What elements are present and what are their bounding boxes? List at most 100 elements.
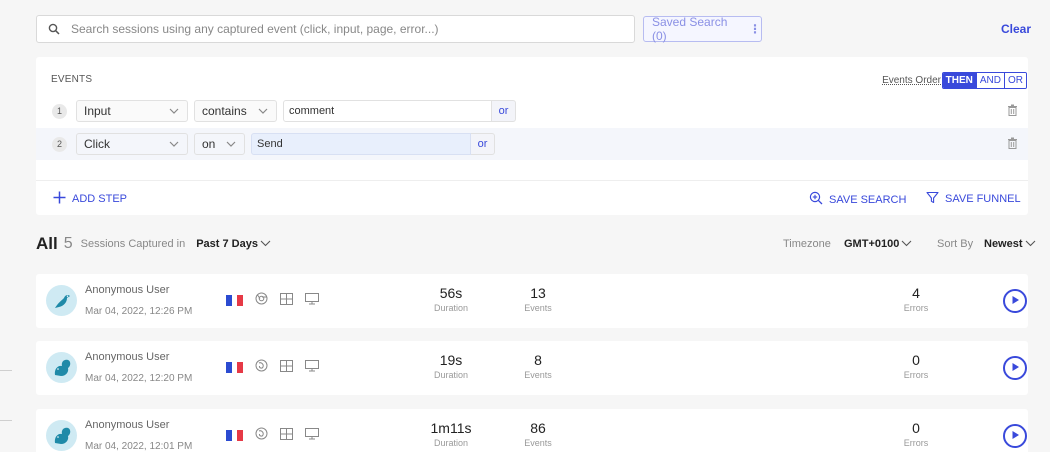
errors-metric: 4 Errors	[876, 285, 956, 313]
sessions-count: 5	[63, 235, 73, 252]
duration-value: 19s	[439, 352, 463, 368]
step-number: 2	[52, 136, 67, 152]
events-order-label: Events Order	[882, 75, 941, 86]
operator-value: contains	[202, 104, 247, 118]
add-or-button[interactable]: or	[471, 133, 495, 155]
event-type-select[interactable]: Click	[76, 133, 188, 155]
avatar	[46, 352, 77, 383]
sessions-captured-label: Sessions Captured in	[80, 238, 186, 250]
event-type-value: Click	[84, 137, 110, 151]
user-name[interactable]: Anonymous User	[85, 351, 169, 363]
duration-metric: 56s Duration	[411, 285, 491, 313]
sessions-summary: All 5 Sessions Captured in Past 7 Days T…	[36, 232, 1036, 256]
errors-metric: 0 Errors	[876, 352, 956, 380]
avatar	[46, 285, 77, 316]
order-and-button[interactable]: AND	[975, 73, 1004, 88]
save-funnel-button[interactable]: SAVE FUNNEL	[926, 191, 1021, 207]
errors-metric: 0 Errors	[876, 420, 956, 448]
chevron-down-icon	[258, 105, 268, 120]
order-then-button[interactable]: THEN	[942, 73, 976, 88]
step-row-2: 2 Click on Send or	[36, 128, 1028, 160]
step-number: 1	[52, 103, 67, 119]
squirrel-avatar-icon	[54, 359, 70, 376]
timezone-label: Timezone	[783, 238, 831, 250]
saved-search-label: Saved Search (0)	[652, 15, 728, 43]
play-button[interactable]	[1003, 289, 1027, 313]
duration-label: Duration	[433, 370, 469, 380]
errors-value: 4	[912, 285, 920, 301]
events-order-toggle: THEN AND OR	[941, 72, 1027, 89]
order-or-button[interactable]: OR	[1004, 73, 1026, 88]
windows-icon	[280, 359, 293, 375]
session-date: Mar 04, 2022, 12:20 PM	[85, 373, 193, 384]
squirrel-avatar-icon	[54, 427, 70, 444]
panel-divider	[36, 180, 1028, 181]
period-value: Past 7 Days	[196, 238, 258, 250]
browser-icon	[255, 427, 268, 443]
period-select[interactable]: Past 7 Days	[196, 238, 271, 251]
event-type-select[interactable]: Input	[76, 100, 188, 122]
event-type-value: Input	[84, 104, 111, 118]
zoom-in-icon	[809, 191, 823, 208]
chevron-down-icon	[169, 105, 179, 120]
saved-search-button[interactable]: Saved Search (0) ⋮	[643, 15, 762, 43]
events-panel: EVENTS Events Order THEN AND OR 1 Input …	[36, 57, 1028, 215]
timezone-select[interactable]: GMT+0100	[844, 238, 912, 251]
search-bar[interactable]	[36, 15, 635, 43]
desktop-icon	[305, 359, 319, 375]
add-or-button[interactable]: or	[492, 100, 516, 122]
france-flag-icon	[226, 429, 244, 441]
session-date: Mar 04, 2022, 12:26 PM	[85, 306, 193, 317]
trash-icon[interactable]	[1007, 137, 1018, 152]
all-label: All	[36, 234, 58, 253]
clear-button[interactable]: Clear	[1001, 22, 1031, 36]
session-row[interactable]: Anonymous User Mar 04, 2022, 12:01 PM 1m…	[36, 409, 1028, 452]
chevron-down-icon	[1025, 238, 1036, 251]
chevron-down-icon	[901, 238, 912, 251]
play-button[interactable]	[1003, 356, 1027, 380]
save-search-button[interactable]: SAVE SEARCH	[809, 191, 906, 208]
session-date: Mar 04, 2022, 12:01 PM	[85, 441, 193, 452]
errors-value: 0	[912, 352, 920, 368]
step-value-input[interactable]: comment	[283, 100, 492, 122]
events-value: 13	[530, 285, 546, 301]
browser-icon	[255, 359, 268, 375]
sidebar-edge-divider	[0, 420, 12, 421]
add-step-label: ADD STEP	[72, 193, 128, 205]
events-metric: 8 Events	[498, 352, 578, 380]
step-row-1: 1 Input contains comment or	[36, 95, 1028, 127]
operator-select[interactable]: on	[194, 133, 245, 155]
save-funnel-label: SAVE FUNNEL	[945, 193, 1021, 205]
user-name[interactable]: Anonymous User	[85, 284, 169, 296]
sort-select[interactable]: Newest	[984, 238, 1036, 251]
events-value: 86	[530, 420, 546, 436]
errors-label: Errors	[903, 438, 929, 448]
step-value-input[interactable]: Send	[251, 133, 471, 155]
session-meta	[226, 292, 319, 308]
add-step-button[interactable]: ADD STEP	[53, 191, 127, 207]
play-icon	[1010, 294, 1020, 308]
save-search-label: SAVE SEARCH	[829, 193, 907, 206]
operator-select[interactable]: contains	[194, 100, 277, 122]
sort-value: Newest	[984, 238, 1023, 250]
session-meta	[226, 427, 319, 443]
trash-icon[interactable]	[1007, 104, 1018, 119]
duration-value: 56s	[439, 285, 463, 301]
search-input[interactable]	[71, 22, 634, 36]
windows-icon	[280, 427, 293, 443]
france-flag-icon	[226, 361, 244, 373]
more-vertical-icon: ⋮	[749, 22, 761, 36]
session-row[interactable]: Anonymous User Mar 04, 2022, 12:20 PM 19…	[36, 341, 1028, 395]
session-meta	[226, 359, 319, 375]
operator-value: on	[202, 137, 216, 151]
user-name[interactable]: Anonymous User	[85, 419, 169, 431]
play-button[interactable]	[1003, 424, 1027, 448]
events-label: Events	[524, 370, 552, 380]
duration-metric: 19s Duration	[411, 352, 491, 380]
duration-value: 1m11s	[430, 420, 472, 436]
avatar	[46, 420, 77, 451]
session-row[interactable]: Anonymous User Mar 04, 2022, 12:26 PM 56…	[36, 274, 1028, 328]
browser-icon	[255, 292, 268, 308]
duration-metric: 1m11s Duration	[411, 420, 491, 448]
search-icon	[37, 23, 71, 35]
